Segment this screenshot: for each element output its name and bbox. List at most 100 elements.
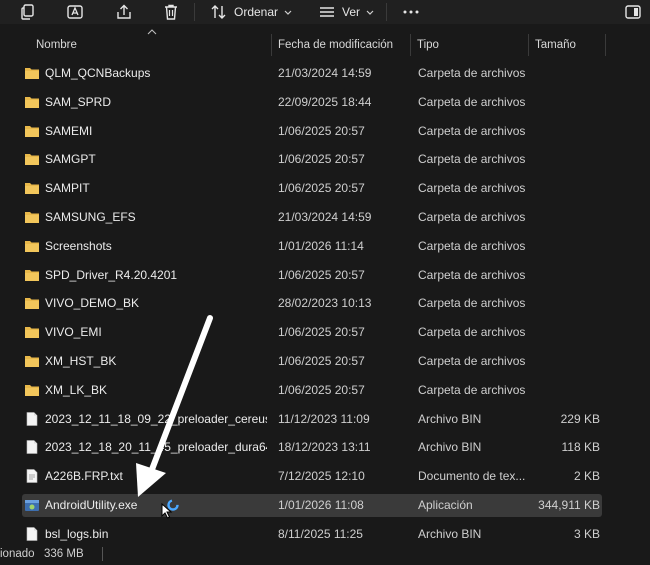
file-row[interactable]: 2023_12_18_20_11_45_preloader_dura64... 1…: [0, 433, 612, 462]
file-type: Carpeta de archivos: [418, 209, 526, 224]
file-size: 344,911 KB: [538, 497, 600, 512]
file-row[interactable]: SAMEMI 1/06/2025 20:57 Carpeta de archivos: [0, 117, 612, 146]
folder-icon: [24, 66, 40, 80]
more-icon: [403, 10, 419, 14]
folder-icon: [24, 95, 40, 109]
file-name: SPD_Driver_R4.20.4201: [45, 267, 178, 282]
view-list-icon: [320, 7, 334, 17]
file-size: [530, 289, 600, 318]
file-size: [530, 261, 600, 290]
details-pane-button[interactable]: [624, 0, 642, 24]
file-type: Archivo BIN: [418, 411, 482, 426]
file-row[interactable]: QLM_QCNBackups 21/03/2024 14:59 Carpeta de…: [0, 59, 612, 88]
column-header-name[interactable]: Nombre: [30, 34, 272, 56]
folder-icon: [24, 239, 40, 253]
share-button[interactable]: [115, 0, 133, 24]
folder-icon: [24, 296, 40, 310]
file-name: SAMPIT: [45, 181, 90, 196]
status-selected-text: ionado: [0, 548, 35, 560]
file-type: Carpeta de archivos: [418, 123, 526, 138]
delete-button[interactable]: [162, 0, 180, 24]
file-date-modified: 1/01/2026 11:14: [278, 238, 364, 253]
file-icon: [24, 440, 40, 455]
status-divider: [102, 547, 103, 561]
file-name: AndroidUtility.exe: [45, 497, 138, 512]
file-type: Carpeta de archivos: [418, 181, 526, 196]
mouse-cursor-icon: [161, 503, 173, 519]
folder-icon: [24, 124, 40, 138]
file-row[interactable]: A226B.FRP.txt 7/12/2025 12:10 Documento de…: [0, 462, 612, 491]
file-date-modified: 1/06/2025 20:57: [278, 152, 365, 167]
column-header-date[interactable]: Fecha de modificación: [272, 34, 410, 56]
file-name: Screenshots: [45, 238, 112, 253]
copy-icon: [21, 4, 34, 20]
file-type: Carpeta de archivos: [418, 325, 526, 340]
file-type: Carpeta de archivos: [418, 296, 526, 311]
chevron-down-icon: [366, 10, 374, 15]
folder-icon: [24, 325, 40, 339]
file-row[interactable]: VIVO_DEMO_BK 28/02/2023 10:13 Carpeta de a…: [0, 289, 612, 318]
file-date-modified: 21/03/2024 14:59: [278, 66, 372, 80]
file-icon: [24, 526, 40, 541]
toolbar-divider: [386, 3, 387, 21]
file-name: SAMSUNG_EFS: [45, 209, 136, 224]
status-bar: ionado 336 MB: [0, 544, 650, 565]
status-selected-size: 336 MB: [44, 548, 84, 560]
folder-icon: [24, 152, 40, 166]
file-type: Carpeta de archivos: [418, 238, 526, 253]
file-list: QLM_QCNBackups 21/03/2024 14:59 Carpeta de…: [0, 59, 612, 549]
view-button[interactable]: Ver: [318, 0, 375, 24]
file-row[interactable]: SAMPIT 1/06/2025 20:57 Carpeta de archivos: [0, 174, 612, 203]
file-row[interactable]: SPD_Driver_R4.20.4201 1/06/2025 20:57 Carp…: [0, 261, 612, 290]
file-type: Carpeta de archivos: [418, 66, 526, 80]
details-pane-icon: [625, 5, 641, 19]
file-size: 2 KB: [573, 469, 600, 484]
share-icon: [117, 4, 131, 19]
file-type: Carpeta de archivos: [418, 152, 526, 167]
file-size: [530, 117, 600, 146]
file-date-modified: 1/06/2025 20:57: [278, 353, 365, 368]
file-row[interactable]: XM_LK_BK 1/06/2025 20:57 Carpeta de archiv…: [0, 376, 612, 405]
file-date-modified: 1/06/2025 20:57: [278, 382, 365, 397]
sort-button[interactable]: Ordenar: [210, 0, 293, 24]
file-name: 2023_12_11_18_09_22_preloader_cereus.b..…: [45, 411, 267, 426]
file-size: [530, 174, 600, 203]
file-icon: [24, 411, 40, 426]
file-type: Documento de tex...: [418, 469, 526, 484]
file-row[interactable]: VIVO_EMI 1/06/2025 20:57 Carpeta de archiv…: [0, 318, 612, 347]
file-name: QLM_QCNBackups: [45, 66, 151, 80]
file-date-modified: 1/06/2025 20:57: [278, 181, 365, 196]
folder-icon: [24, 383, 40, 397]
trash-icon: [165, 4, 177, 20]
file-date-modified: 28/02/2023 10:13: [278, 296, 372, 311]
file-date-modified: 1/06/2025 20:57: [278, 123, 365, 138]
file-row[interactable]: AndroidUtility.exe 1/01/2026 11:08 Aplicac…: [0, 491, 612, 520]
file-row[interactable]: SAMGPT 1/06/2025 20:57 Carpeta de archivos: [0, 145, 612, 174]
chevron-down-icon: [284, 10, 292, 15]
file-size: [530, 203, 600, 232]
file-date-modified: 1/06/2025 20:57: [278, 325, 365, 340]
file-row[interactable]: SAM_SPRD 22/09/2025 18:44 Carpeta de archi…: [0, 88, 612, 117]
file-row[interactable]: Screenshots 1/01/2026 11:14 Carpeta de arc…: [0, 232, 612, 261]
column-header-size[interactable]: Tamaño: [529, 34, 605, 56]
file-name: 2023_12_18_20_11_45_preloader_dura64...: [45, 440, 267, 455]
file-row[interactable]: XM_HST_BK 1/06/2025 20:57 Carpeta de archi…: [0, 347, 612, 376]
more-options-button[interactable]: [402, 0, 420, 24]
file-size: [530, 376, 600, 405]
column-header-type[interactable]: Tipo: [411, 34, 528, 56]
file-type: Archivo BIN: [418, 440, 482, 455]
command-bar: Ordenar Ver: [0, 0, 650, 24]
file-size: [530, 88, 600, 117]
column-divider[interactable]: [605, 34, 606, 56]
file-name: SAMEMI: [45, 123, 93, 138]
copy-button[interactable]: [20, 0, 38, 24]
file-size: [530, 318, 600, 347]
folder-icon: [24, 210, 40, 224]
rename-button[interactable]: [66, 0, 84, 24]
text-file-icon: [24, 469, 40, 483]
file-type: Carpeta de archivos: [418, 267, 526, 282]
file-row[interactable]: 2023_12_11_18_09_22_preloader_cereus.b..…: [0, 405, 612, 434]
toolbar-divider: [194, 3, 195, 21]
file-date-modified: 18/12/2023 13:11: [278, 440, 371, 455]
file-row[interactable]: SAMSUNG_EFS 21/03/2024 14:59 Carpeta de ar…: [0, 203, 612, 232]
